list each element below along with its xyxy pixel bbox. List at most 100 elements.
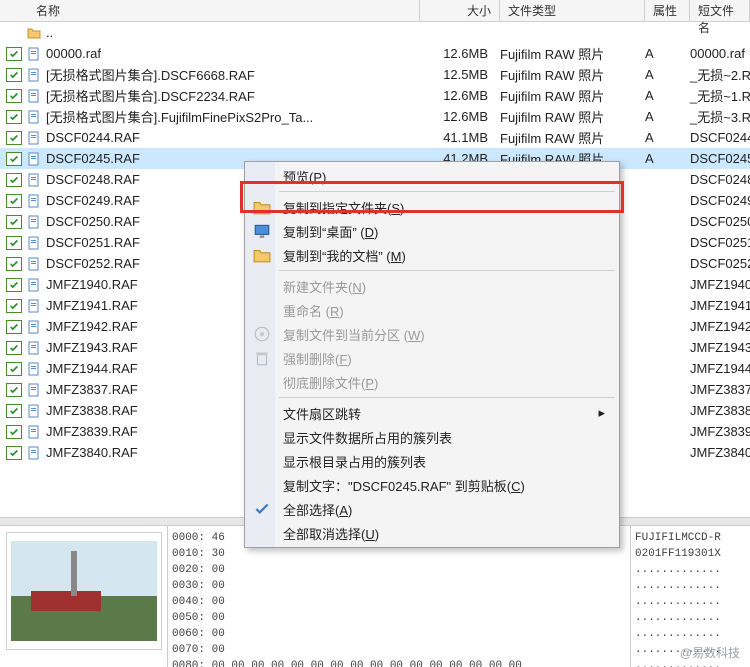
file-short: DSCF0252	[686, 256, 750, 271]
table-row[interactable]: 00000.raf12.6MBFujifilm RAW 照片A00000.raf	[0, 43, 750, 64]
file-icon	[26, 46, 42, 62]
file-short: JMFZ3838	[686, 403, 750, 418]
file-short: 00000.raf	[686, 46, 750, 61]
file-attr: A	[641, 109, 686, 124]
row-checkbox[interactable]	[6, 110, 22, 124]
file-name: DSCF0245.RAF	[46, 151, 140, 166]
file-short: DSCF0251	[686, 235, 750, 250]
file-icon	[26, 382, 42, 398]
row-checkbox[interactable]	[6, 446, 22, 460]
menu-copy-to-docs[interactable]: 复制到“我的文档” (M)	[247, 243, 617, 267]
row-checkbox[interactable]	[6, 68, 22, 82]
col-short[interactable]: 短文件名	[690, 0, 750, 21]
file-icon	[26, 172, 42, 188]
menu-copy-to-partition: 复制文件到当前分区 (W)	[247, 322, 617, 346]
file-icon	[26, 319, 42, 335]
file-size: 12.6MB	[416, 88, 496, 103]
file-icon	[26, 88, 42, 104]
disk-icon	[253, 325, 271, 343]
table-row[interactable]: DSCF0244.RAF41.1MBFujifilm RAW 照片ADSCF02…	[0, 127, 750, 148]
menu-root-cluster[interactable]: 显示根目录占用的簇列表	[247, 449, 617, 473]
table-row[interactable]: [无损格式图片集合].DSCF2234.RAF 12.6MBFujifilm RA…	[0, 85, 750, 106]
menu-new-folder: 新建文件夹(N)	[247, 274, 617, 298]
row-checkbox[interactable]	[6, 236, 22, 250]
file-name: DSCF0251.RAF	[46, 235, 140, 250]
menu-select-all[interactable]: 全部选择(A)	[247, 497, 617, 521]
menu-perm-delete: 彻底删除文件(P)	[247, 370, 617, 394]
file-short: DSCF0245	[686, 151, 750, 166]
row-checkbox[interactable]	[6, 257, 22, 271]
file-name: JMFZ3840.RAF	[46, 445, 138, 460]
table-row[interactable]: [无损格式图片集合].FujifilmFinePixS2Pro_Ta...12.…	[0, 106, 750, 127]
file-size: 12.6MB	[416, 109, 496, 124]
menu-copy-to-desktop[interactable]: 复制到“桌面” (D)	[247, 219, 617, 243]
table-row[interactable]: [无损格式图片集合].DSCF6668.RAF12.5MBFujifilm RA…	[0, 64, 750, 85]
delete-icon	[253, 349, 271, 367]
row-checkbox[interactable]	[6, 404, 22, 418]
menu-preview[interactable]: 预览(P)	[247, 164, 617, 188]
file-type: Fujifilm RAW 照片	[496, 107, 641, 126]
col-size[interactable]: 大小	[420, 0, 500, 21]
file-type: Fujifilm RAW 照片	[496, 86, 641, 105]
watermark: @易数科技	[680, 644, 740, 661]
menu-copy-to-folder[interactable]: 复制到指定文件夹(S)...	[247, 195, 617, 219]
file-icon	[26, 193, 42, 209]
row-checkbox[interactable]	[6, 299, 22, 313]
row-checkbox[interactable]	[6, 47, 22, 61]
row-checkbox[interactable]	[6, 89, 22, 103]
file-icon	[26, 277, 42, 293]
file-short: JMFZ3837	[686, 382, 750, 397]
file-short: DSCF0249	[686, 193, 750, 208]
folder-copy-icon	[253, 198, 271, 216]
menu-sector-jump[interactable]: 文件扇区跳转▸	[247, 401, 617, 425]
file-icon	[26, 130, 42, 146]
file-name: 00000.raf	[46, 46, 101, 61]
file-name: JMFZ1940.RAF	[46, 277, 138, 292]
row-checkbox[interactable]	[6, 173, 22, 187]
menu-cluster-list[interactable]: 显示文件数据所占用的簇列表	[247, 425, 617, 449]
table-row[interactable]: ..	[0, 22, 750, 43]
file-short: JMFZ1944	[686, 361, 750, 376]
file-type: Fujifilm RAW 照片	[496, 128, 641, 147]
row-checkbox[interactable]	[6, 194, 22, 208]
file-short: _无损~1.R	[686, 86, 750, 105]
file-name: JMFZ1941.RAF	[46, 298, 138, 313]
file-short: JMFZ3839	[686, 424, 750, 439]
file-short: _无损~2.R	[686, 65, 750, 84]
row-checkbox[interactable]	[6, 131, 22, 145]
row-checkbox[interactable]	[6, 278, 22, 292]
file-name: JMFZ1943.RAF	[46, 340, 138, 355]
file-icon	[26, 340, 42, 356]
file-name: JMFZ1942.RAF	[46, 319, 138, 334]
col-name[interactable]: 名称	[0, 0, 420, 21]
file-short: JMFZ1940	[686, 277, 750, 292]
file-size: 12.6MB	[416, 46, 496, 61]
row-checkbox[interactable]	[6, 152, 22, 166]
row-checkbox[interactable]	[6, 362, 22, 376]
file-name: [无损格式图片集合].DSCF2234.RAF	[46, 86, 255, 105]
folder-icon	[253, 246, 271, 264]
col-attr[interactable]: 属性	[645, 0, 690, 21]
col-type[interactable]: 文件类型	[500, 0, 645, 21]
menu-copy-text[interactable]: 复制文字："DSCF0245.RAF" 到剪贴板(C)	[247, 473, 617, 497]
file-attr: A	[641, 67, 686, 82]
file-name: DSCF0249.RAF	[46, 193, 140, 208]
row-checkbox[interactable]	[6, 425, 22, 439]
file-name: DSCF0248.RAF	[46, 172, 140, 187]
thumbnail-box	[6, 532, 162, 650]
row-checkbox[interactable]	[6, 383, 22, 397]
file-type: Fujifilm RAW 照片	[496, 44, 641, 63]
menu-deselect-all[interactable]: 全部取消选择(U)	[247, 521, 617, 545]
file-icon	[26, 67, 42, 83]
file-short: DSCF0244	[686, 130, 750, 145]
row-checkbox[interactable]	[6, 215, 22, 229]
file-icon	[26, 214, 42, 230]
menu-rename: 重命名 (R)	[247, 298, 617, 322]
file-short: DSCF0250	[686, 214, 750, 229]
column-header: 名称 大小 文件类型 属性 短文件名	[0, 0, 750, 22]
row-checkbox[interactable]	[6, 341, 22, 355]
row-checkbox[interactable]	[6, 320, 22, 334]
file-type: Fujifilm RAW 照片	[496, 65, 641, 84]
file-icon	[26, 109, 42, 125]
file-short: JMFZ1941	[686, 298, 750, 313]
